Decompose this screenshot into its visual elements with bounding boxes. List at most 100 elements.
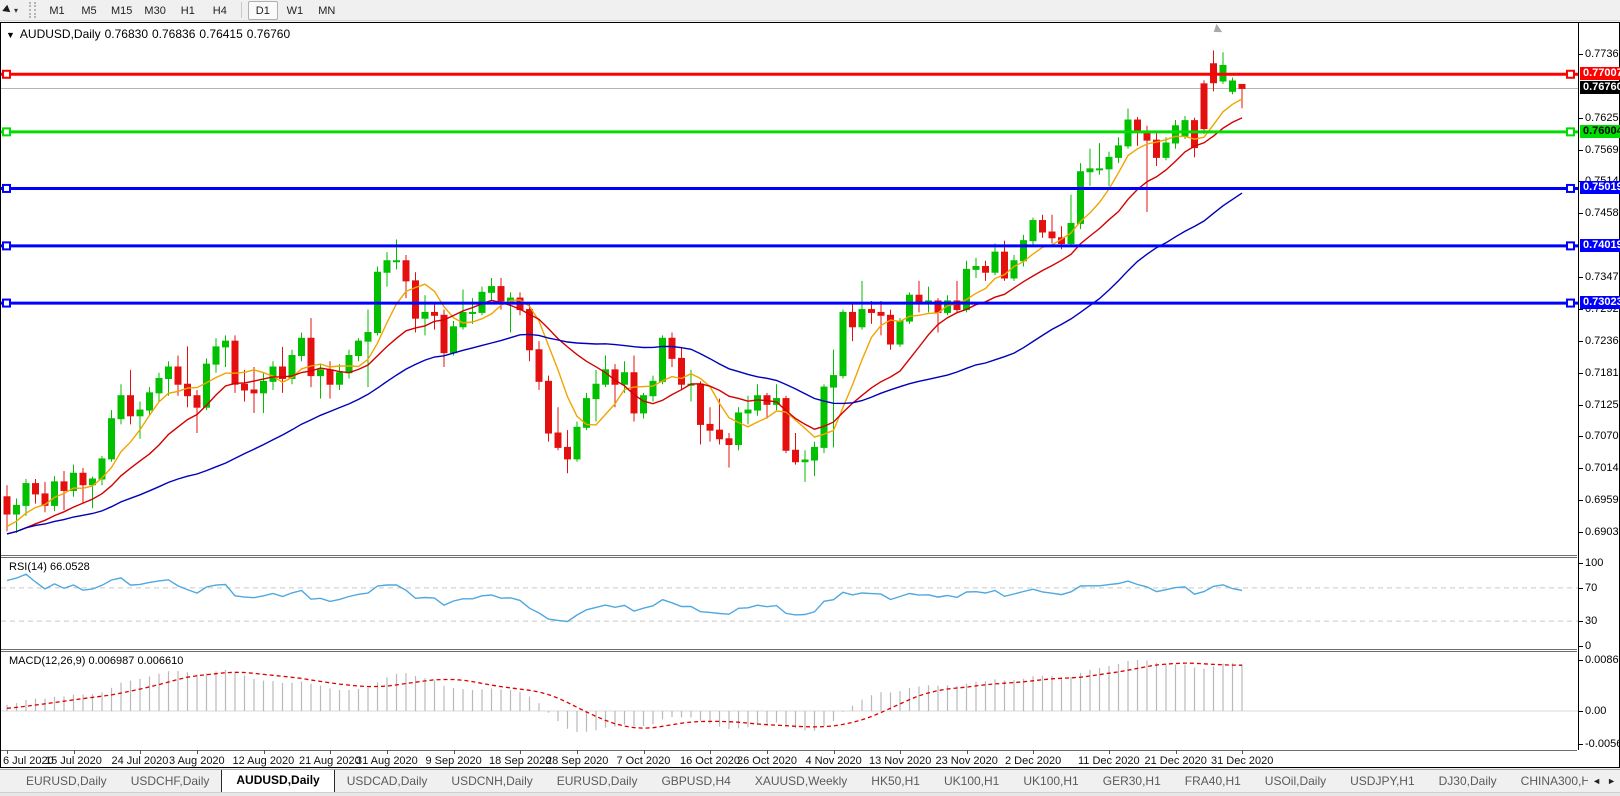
candle-body	[345, 355, 353, 374]
cursor-tool-icon	[2, 4, 13, 16]
tab-hk50-h1-8[interactable]: HK50,H1	[859, 771, 932, 792]
tab-dj30-daily-15[interactable]: DJ30,Daily	[1427, 771, 1509, 792]
tab-gbpusd-h4-6[interactable]: GBPUSD,H4	[649, 771, 742, 792]
candle-body	[260, 380, 267, 394]
ma-mid-line[interactable]	[6, 117, 1243, 535]
candle-body	[431, 311, 438, 316]
candle-body	[1181, 120, 1189, 137]
rsi-pane[interactable]	[1, 573, 1578, 623]
timeframe-button-mn[interactable]: MN	[312, 1, 342, 20]
chart-window[interactable]: ▼ AUDUSD,Daily 0.76830 0.76836 0.76415 0.7676…	[0, 22, 1620, 768]
tab-usdchf-daily-1[interactable]: USDCHF,Daily	[119, 771, 222, 792]
candle-body	[79, 472, 87, 486]
tab-fra40-h1-12[interactable]: FRA40,H1	[1173, 771, 1253, 792]
hline-handle[interactable]	[2, 127, 11, 137]
candle-body	[896, 320, 904, 345]
hline-handle[interactable]	[2, 298, 11, 308]
timeframe-button-m15[interactable]: M15	[106, 1, 137, 20]
collapse-triangle-icon: ▼	[6, 30, 15, 40]
candle-body	[383, 260, 391, 273]
timeframe-button-m1[interactable]: M1	[42, 1, 72, 20]
hline-handle[interactable]	[2, 183, 11, 193]
hline-handle[interactable]	[2, 241, 11, 251]
tab-usdjpy-h1-14[interactable]: USDJPY,H1	[1338, 771, 1426, 792]
candle-body	[13, 504, 20, 515]
candle-body	[269, 366, 277, 382]
candle-body	[364, 332, 372, 342]
candle-body	[298, 337, 305, 357]
candle-body	[402, 260, 410, 282]
candle-body	[868, 309, 875, 313]
tab-usdcad-daily-3[interactable]: USDCAD,Daily	[335, 771, 440, 792]
timeframe-toolbar: ▾ M1 M5 M15 M30 H1 H4 D1 W1 MN	[0, 0, 1620, 21]
tab-uk100-h1-9[interactable]: UK100,H1	[932, 771, 1011, 792]
hline-handle[interactable]	[1566, 298, 1575, 308]
candle-body	[22, 483, 30, 506]
pane-separator[interactable]	[1, 651, 1577, 652]
cursor-tool-button[interactable]: ▾	[0, 0, 24, 20]
candle-body	[792, 449, 799, 463]
candle-body	[782, 398, 790, 451]
timeframe-button-w1[interactable]: W1	[280, 1, 310, 20]
candle-body	[678, 357, 685, 385]
candle-body	[450, 326, 457, 354]
macd-signal-value: 0.006610	[137, 655, 184, 667]
candle-body	[1200, 83, 1208, 130]
tab-eurusd-daily-0[interactable]: EURUSD,Daily	[14, 771, 119, 792]
timeframe-button-h1[interactable]: H1	[173, 1, 203, 20]
candle-body	[108, 418, 115, 460]
candle-body	[203, 363, 210, 408]
tab-china300-h1-16[interactable]: CHINA300,H1	[1509, 771, 1589, 792]
tab-uk100-h1-10[interactable]: UK100,H1	[1011, 771, 1090, 792]
timeframe-button-h4[interactable]: H4	[205, 1, 235, 20]
pane-separator[interactable]	[1, 555, 1577, 556]
scroll-right-arrow[interactable]: ►	[1607, 776, 1616, 786]
pane-separator[interactable]	[1, 649, 1577, 650]
candle-body	[231, 340, 239, 385]
hline-handle[interactable]	[2, 69, 11, 79]
tab-eurusd-daily-5[interactable]: EURUSD,Daily	[545, 771, 650, 792]
tab-xauusd-weekly-7[interactable]: XAUUSD,Weekly	[743, 771, 859, 792]
tab-ger30-h1-11[interactable]: GER30,H1	[1091, 771, 1173, 792]
tab-usoil-daily-13[interactable]: USOil,Daily	[1253, 771, 1338, 792]
rsi-line	[6, 573, 1243, 623]
candle-body	[1096, 168, 1103, 171]
macd-pane[interactable]	[1, 660, 1578, 732]
candle-body	[535, 349, 543, 382]
hline-handle[interactable]	[1566, 69, 1575, 79]
scroll-left-arrow[interactable]: ◄	[1592, 776, 1601, 786]
open-value: 0.76830	[104, 27, 148, 41]
candle-body	[1105, 156, 1113, 170]
candle-body	[877, 311, 885, 316]
candle-body	[317, 369, 324, 377]
candle-body	[326, 369, 334, 385]
rsi-value: 66.0528	[49, 561, 90, 573]
pane-separator[interactable]	[1, 557, 1577, 558]
main-pane[interactable]	[1, 50, 1578, 535]
price-chart-canvas[interactable]	[1, 23, 1620, 769]
timeframe-button-d1[interactable]: D1	[247, 0, 278, 20]
candle-body	[1029, 220, 1037, 242]
candle-body	[573, 426, 581, 460]
ma-fast-line[interactable]	[6, 98, 1243, 528]
timeframe-button-m5[interactable]: M5	[74, 1, 104, 20]
candle-body	[127, 395, 134, 417]
tab-audusd-daily-2[interactable]: AUDUSD,Daily	[221, 770, 335, 792]
candle-body	[117, 395, 125, 420]
timeframe-button-m30[interactable]: M30	[139, 1, 170, 20]
candle-body	[564, 446, 571, 460]
candle-body	[193, 395, 201, 408]
candle-body	[155, 377, 163, 394]
hline-handle[interactable]	[1566, 241, 1575, 251]
candle-body	[725, 438, 733, 446]
hline-handle[interactable]	[1566, 183, 1575, 193]
tab-usdcnh-daily-4[interactable]: USDCNH,Daily	[439, 771, 544, 792]
candle-body	[982, 265, 989, 273]
symbol-period-label: AUDUSD,Daily	[19, 27, 101, 41]
candle-body	[706, 423, 714, 431]
rsi-indicator-label: RSI(14) 66.0528	[9, 561, 90, 573]
toolbar-grip[interactable]	[29, 2, 37, 18]
candle-body	[1162, 142, 1170, 158]
hline-handle[interactable]	[1566, 127, 1575, 137]
candle-body	[1020, 240, 1027, 262]
